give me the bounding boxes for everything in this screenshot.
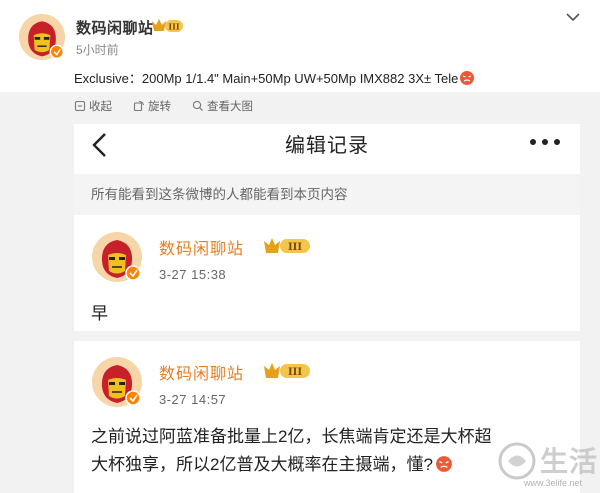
entry-time: 3-27 14:57: [159, 392, 227, 407]
entry-author-name[interactable]: 数码闲聊站: [159, 235, 244, 259]
entry-text: 早: [91, 304, 108, 323]
member-badge-icon[interactable]: III: [262, 361, 312, 381]
post-text-content: Exclusive：200Mp 1/1.4" Main+50Mp UW+50Mp…: [74, 71, 459, 86]
post-text: Exclusive：200Mp 1/1.4" Main+50Mp UW+50Mp…: [74, 68, 475, 87]
entry-avatar[interactable]: [91, 231, 143, 283]
entry-time: 3-27 15:38: [159, 267, 227, 282]
author-avatar[interactable]: [18, 13, 66, 61]
visibility-notice: 所有能看到这条微博的人都能看到本页内容: [74, 174, 580, 215]
view-large-label: 查看大图: [207, 101, 253, 113]
chevron-down-icon[interactable]: [563, 10, 583, 24]
crying-face-emoji-icon: [436, 456, 452, 472]
member-badge-icon[interactable]: III: [150, 17, 184, 34]
entry-text-line: 大杯独享，所以2亿普及大概率在主摄端，懂?: [91, 451, 491, 479]
author-name[interactable]: 数码闲聊站: [76, 17, 154, 38]
post-header: 数码闲聊站 III 5小时前: [0, 0, 600, 66]
watermark-text: 生活: [540, 446, 599, 477]
rotate-button[interactable]: 旋转: [133, 98, 171, 114]
magnifier-icon: [192, 100, 203, 111]
badge-level-text: III: [288, 242, 302, 253]
edit-entry: 数码闲聊站 III 3-27 15:38 早: [74, 215, 580, 331]
entry-author-name[interactable]: 数码闲聊站: [159, 360, 244, 384]
entry-avatar[interactable]: [91, 356, 143, 408]
rotate-label: 旋转: [148, 101, 171, 113]
watermark-url: www.3elife.net: [524, 478, 583, 488]
collapse-button[interactable]: 收起: [74, 98, 112, 114]
panel-navbar: 编辑记录: [74, 124, 580, 174]
badge-level-text: III: [288, 367, 302, 378]
entry-divider: [74, 331, 580, 341]
entry-text-line: 之前说过阿蓝准备批量上2亿，长焦端肯定还是大杯超: [91, 427, 492, 446]
panel-title: 编辑记录: [285, 135, 369, 157]
view-large-button[interactable]: 查看大图: [192, 98, 253, 114]
image-action-bar: 收起 旋转 查看大图: [0, 92, 600, 120]
collapse-label: 收起: [89, 101, 112, 113]
entry-text: 之前说过阿蓝准备批量上2亿，长焦端肯定还是大杯超 大杯独享，所以2亿普及大概率在…: [91, 423, 491, 479]
member-badge-icon[interactable]: III: [262, 236, 312, 256]
more-options-icon[interactable]: [528, 138, 562, 146]
post-time: 5小时前: [76, 43, 119, 57]
badge-level-text: III: [168, 22, 179, 32]
crying-face-emoji-icon: [460, 71, 475, 85]
rotate-icon: [133, 100, 145, 112]
collapse-icon: [74, 100, 86, 112]
entry-text-line-content: 大杯独享，所以2亿普及大概率在主摄端，懂?: [91, 455, 433, 474]
